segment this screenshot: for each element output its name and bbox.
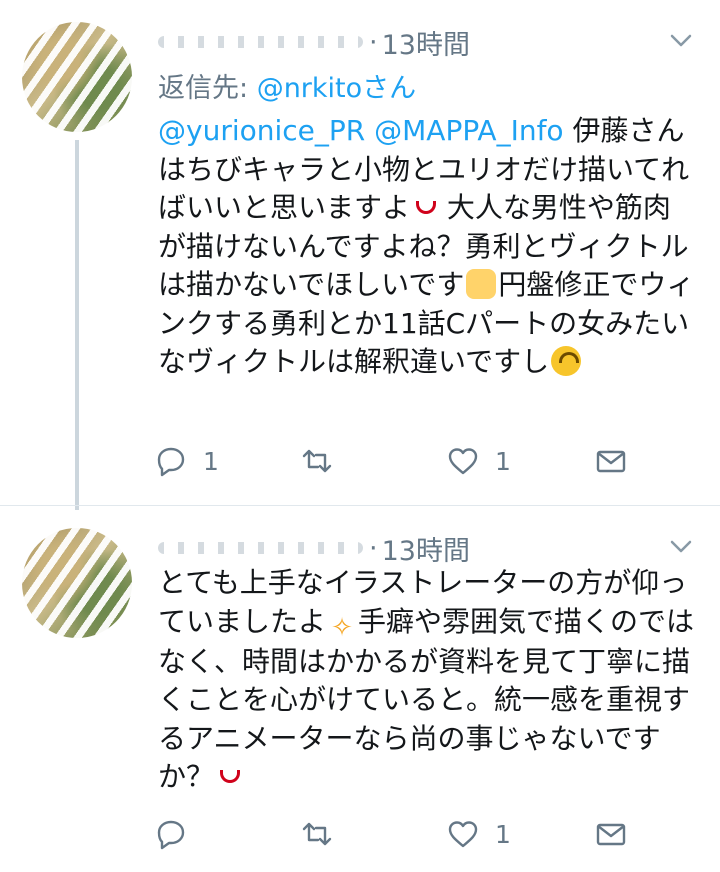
sparkles-emoji: ✧ [331,612,353,643]
retweet-button[interactable] [301,441,349,481]
reply-context: 返信先: @nrkitoさん [158,70,416,108]
reply-button[interactable] [155,814,203,854]
tweet-actions: 1 1 [155,441,635,481]
avatar[interactable] [22,528,132,638]
timestamp[interactable]: 13時間 [382,23,470,62]
raised-hands-emoji [466,269,497,299]
thread-line [75,140,79,510]
reply-user-link[interactable]: @nrkitoさん [257,73,416,104]
like-count: 1 [495,819,511,849]
retweet-button[interactable] [301,814,349,854]
direct-message-button[interactable] [595,814,627,854]
envelope-icon [596,450,626,473]
like-button[interactable]: 1 [447,814,511,854]
tweet[interactable]: · 13時間 とても上手なイラストレーターの方が仰っていましたよ ✧ 手癖や雰囲気で… [0,505,720,872]
retweet-icon [302,822,332,846]
tweet-actions: 1 [155,814,635,854]
like-button[interactable]: 1 [447,441,511,481]
separator-dot: · [369,532,378,564]
tweet-text: とても上手なイラストレーターの方が仰っていましたよ ✧ 手癖や雰囲気で描くのではなく… [158,564,698,797]
reply-count: 1 [203,446,219,476]
envelope-icon [596,823,626,846]
reply-label: 返信先: [158,73,257,104]
direct-message-button[interactable] [595,441,627,481]
chevron-down-icon[interactable] [670,540,692,554]
heart-icon [448,821,478,848]
timestamp[interactable]: 13時間 [382,529,470,568]
upside-down-face-emoji [551,346,582,376]
retweet-icon [302,449,332,473]
separator-dot: · [369,26,378,58]
avatar[interactable] [22,22,132,132]
like-count: 1 [495,446,511,476]
reply-icon [157,447,185,477]
tongue-emoji [412,192,437,222]
mention-links[interactable]: @yurionice_PR @MAPPA_Info [158,114,564,147]
redacted-username [158,542,363,554]
reply-button[interactable]: 1 [155,441,219,481]
tweet[interactable]: · 13時間 返信先: @nrkitoさん @yurionice_PR @MAP… [0,0,720,510]
redacted-username [158,36,363,48]
chevron-down-icon[interactable] [670,34,692,48]
tweet-text: @yurionice_PR @MAPPA_Info 伊藤さんはちびキャラと小物と… [158,112,698,382]
heart-icon [448,448,478,475]
tweet-meta: · 13時間 [158,22,470,62]
reply-icon [157,820,185,850]
tweet-meta: · 13時間 [158,528,470,568]
tongue-emoji [216,761,241,791]
